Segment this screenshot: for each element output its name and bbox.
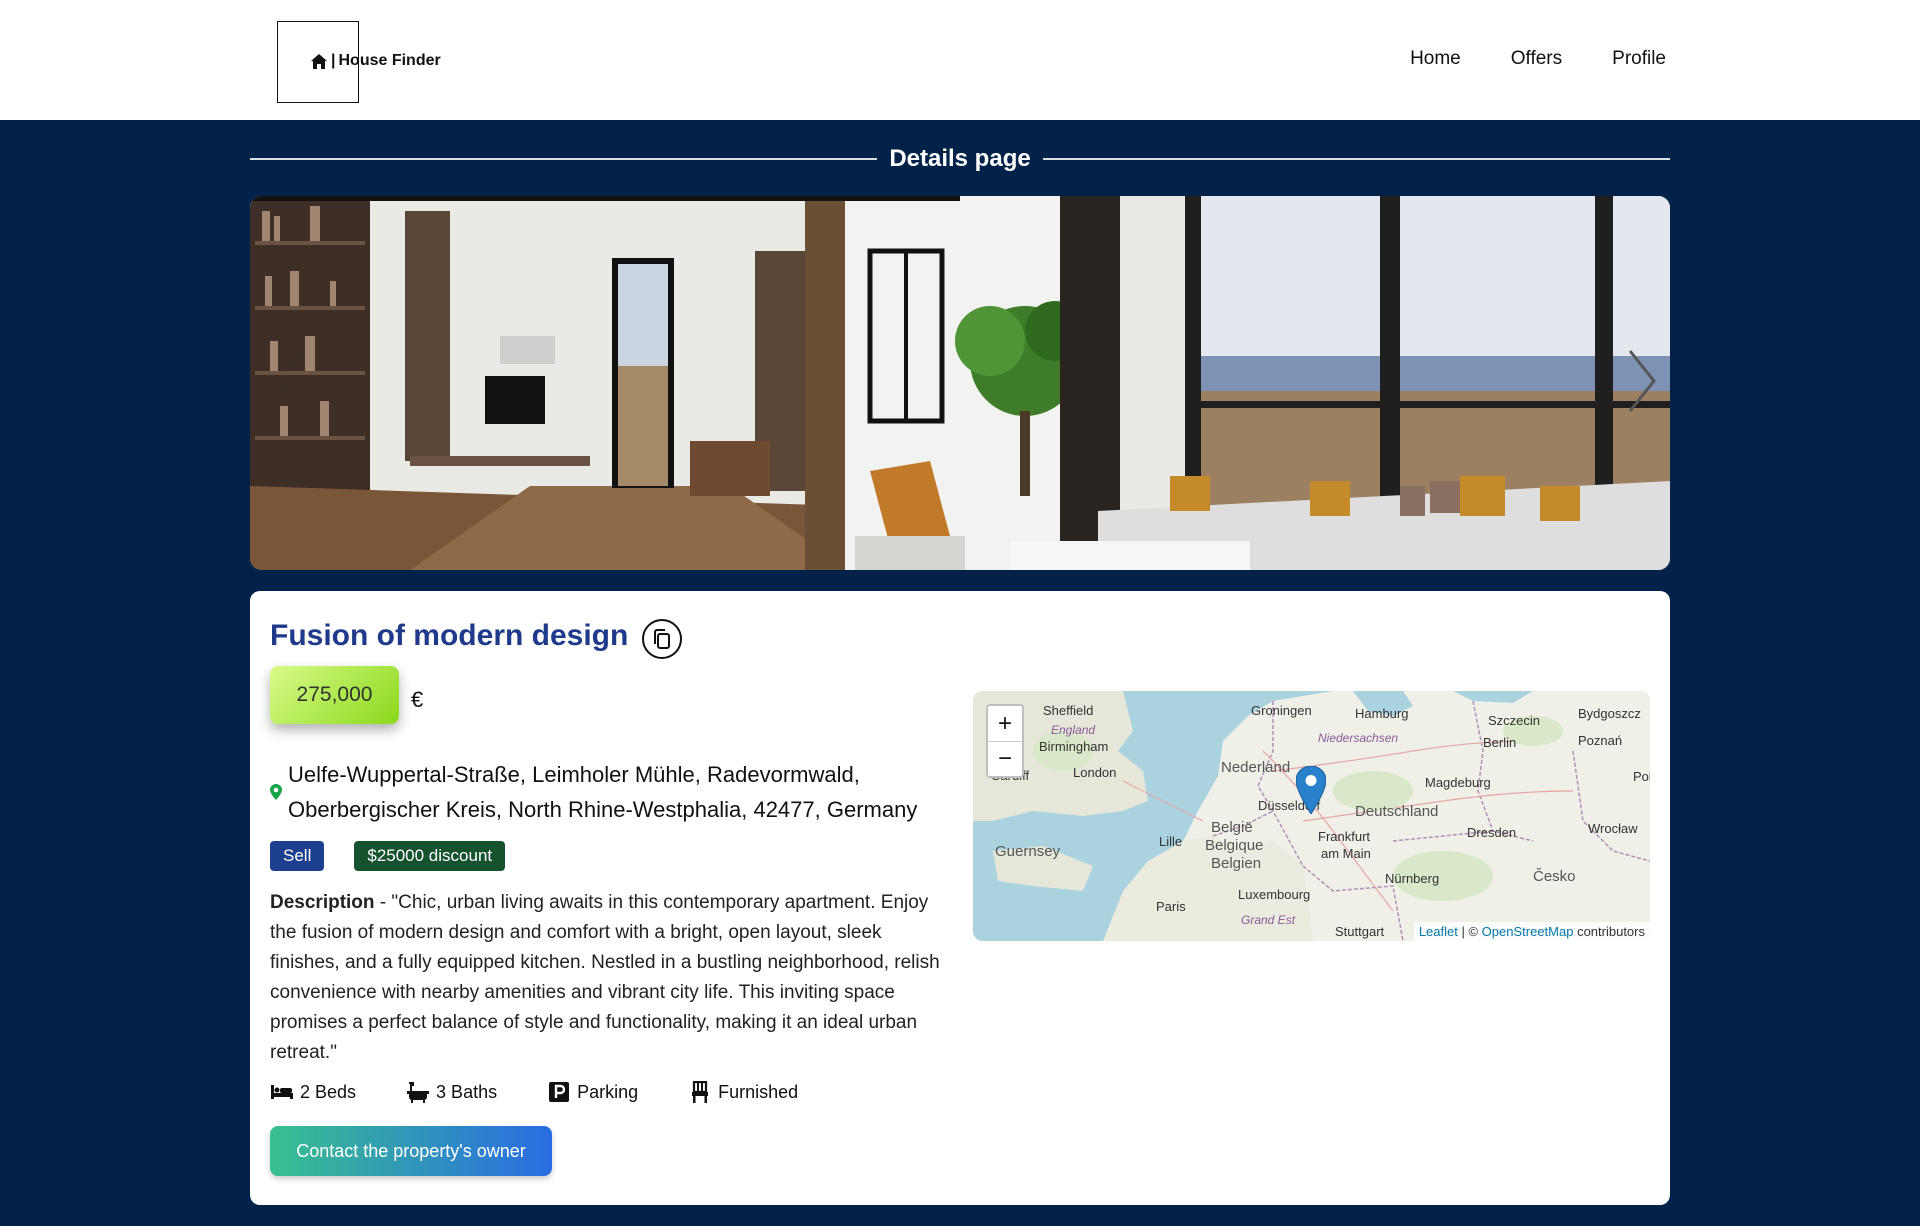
address: Uelfe-Wuppertal-Straße, Leimholer Mühle,… bbox=[270, 757, 968, 827]
map-label: Magdeburg bbox=[1425, 775, 1491, 790]
logo[interactable]: | House Finder bbox=[310, 52, 441, 70]
attribution-tail: contributors bbox=[1573, 924, 1645, 939]
map-label: Grand Est bbox=[1241, 913, 1296, 927]
map-label: Berlin bbox=[1483, 735, 1517, 750]
map-label: Guernsey bbox=[995, 843, 1061, 860]
price-value: 275,000 bbox=[270, 666, 399, 724]
map-label: Niedersachsen bbox=[1318, 731, 1399, 745]
feature-parking: Parking bbox=[547, 1081, 638, 1103]
zoom-out-button[interactable]: − bbox=[988, 741, 1022, 776]
attribution-sep: | © bbox=[1457, 924, 1482, 939]
bed-icon bbox=[271, 1085, 293, 1099]
logo-text: House Finder bbox=[338, 52, 441, 69]
carousel-next-button[interactable] bbox=[1622, 346, 1662, 416]
listing-title: Fusion of modern design bbox=[270, 619, 629, 652]
nav-home-link[interactable]: Home bbox=[1410, 48, 1461, 70]
feature-furnished: Furnished bbox=[688, 1081, 798, 1103]
address-line-1: Uelfe-Wuppertal-Straße, Leimholer Mühle,… bbox=[288, 762, 860, 787]
feature-label: 2 Beds bbox=[300, 1081, 357, 1102]
chair-icon bbox=[692, 1081, 709, 1103]
map-label: Luxembourg bbox=[1238, 887, 1311, 902]
page-title: Details page bbox=[889, 145, 1031, 172]
map-label: Dresden bbox=[1467, 825, 1517, 840]
map-label: am Main bbox=[1321, 846, 1371, 861]
top-navbar: | House Finder Home Offers Profile bbox=[0, 0, 1920, 120]
property-photo bbox=[250, 196, 1670, 570]
discount-badge: $25000 discount bbox=[354, 841, 506, 871]
location-pin-icon bbox=[270, 784, 282, 800]
nav-offers-link[interactable]: Offers bbox=[1511, 48, 1562, 70]
map-label: Paris bbox=[1156, 899, 1186, 914]
contact-owner-button[interactable]: Contact the property's owner bbox=[270, 1126, 552, 1176]
listing-type-badge: Sell bbox=[270, 841, 325, 871]
map-label: Stuttgart bbox=[1335, 924, 1385, 939]
chevron-right-icon bbox=[1628, 350, 1656, 412]
logo-separator: | bbox=[331, 52, 336, 69]
map-label: België bbox=[1211, 819, 1253, 836]
feature-beds: 2 Beds bbox=[270, 1081, 356, 1103]
copy-icon bbox=[654, 629, 671, 649]
location-map[interactable]: Sheffield England Birmingham London Card… bbox=[973, 691, 1650, 941]
map-label: England bbox=[1051, 723, 1096, 737]
map-label: London bbox=[1073, 765, 1117, 780]
divider-right bbox=[1042, 158, 1671, 160]
map-label: Sheffield bbox=[1043, 703, 1094, 718]
feature-baths: 3 Baths bbox=[406, 1081, 497, 1103]
map-label: Hamburg bbox=[1355, 706, 1409, 721]
leaflet-link[interactable]: Leaflet bbox=[1419, 924, 1458, 939]
nav-profile-link[interactable]: Profile bbox=[1612, 48, 1666, 70]
price-row: 275,000 € bbox=[270, 666, 423, 724]
features-list: 2 Beds 3 Baths Parking Furnished bbox=[270, 1081, 798, 1103]
address-text: Uelfe-Wuppertal-Straße, Leimholer Mühle,… bbox=[288, 757, 968, 827]
feature-label: Furnished bbox=[718, 1081, 799, 1102]
map-attribution: Leaflet | © OpenStreetMap contributors bbox=[1413, 922, 1650, 941]
map-label: Belgique bbox=[1205, 837, 1264, 854]
parking-icon bbox=[549, 1082, 570, 1102]
map-label: Nürnberg bbox=[1385, 871, 1440, 886]
main-nav: Home Offers Profile bbox=[1410, 48, 1666, 70]
zoom-in-button[interactable]: + bbox=[988, 706, 1022, 741]
description-label: Description bbox=[270, 892, 375, 913]
map-label: Szczecin bbox=[1488, 713, 1541, 728]
section-title: Details page bbox=[250, 145, 1671, 172]
description-text: - "Chic, urban living awaits in this con… bbox=[270, 892, 940, 1063]
house-icon bbox=[311, 53, 327, 69]
divider-left bbox=[250, 158, 878, 160]
map-label: Poznań bbox=[1578, 733, 1623, 748]
title-row: Fusion of modern design bbox=[270, 613, 683, 659]
carousel-progress bbox=[250, 196, 960, 201]
map-label: Nederland bbox=[1221, 759, 1291, 776]
description: Description - "Chic, urban living awaits… bbox=[270, 888, 950, 1068]
map-label: Wrocław bbox=[1588, 821, 1638, 836]
map-label: Bydgoszcz bbox=[1578, 706, 1641, 721]
map-zoom-control: + − bbox=[986, 704, 1024, 778]
chevron-left-icon bbox=[276, 350, 304, 412]
map-label: Deutschland bbox=[1355, 803, 1439, 820]
feature-label: Parking bbox=[577, 1081, 639, 1102]
listing-card: Fusion of modern design 275,000 € Uelfe-… bbox=[250, 591, 1670, 1205]
feature-label: 3 Baths bbox=[436, 1081, 498, 1102]
map-pin-icon bbox=[1295, 765, 1327, 815]
bath-icon bbox=[407, 1082, 430, 1103]
osm-link[interactable]: OpenStreetMap bbox=[1482, 924, 1574, 939]
carousel-prev-button[interactable] bbox=[270, 346, 310, 416]
copy-button[interactable] bbox=[642, 619, 683, 659]
badges: Sell $25000 discount bbox=[270, 841, 506, 871]
image-carousel[interactable] bbox=[250, 196, 1670, 570]
map-label: Frankfurt bbox=[1318, 829, 1371, 844]
map-label: Česko bbox=[1533, 868, 1576, 885]
currency-symbol: € bbox=[411, 687, 424, 712]
map-label: Pol bbox=[1633, 769, 1650, 784]
address-line-2: Oberbergischer Kreis, North Rhine-Westph… bbox=[288, 797, 918, 822]
map-marker[interactable] bbox=[1295, 765, 1327, 819]
map-label: Lille bbox=[1159, 834, 1183, 849]
map-label: Groningen bbox=[1251, 703, 1312, 718]
map-label: Birmingham bbox=[1039, 739, 1109, 754]
map-label: Belgien bbox=[1211, 855, 1262, 872]
